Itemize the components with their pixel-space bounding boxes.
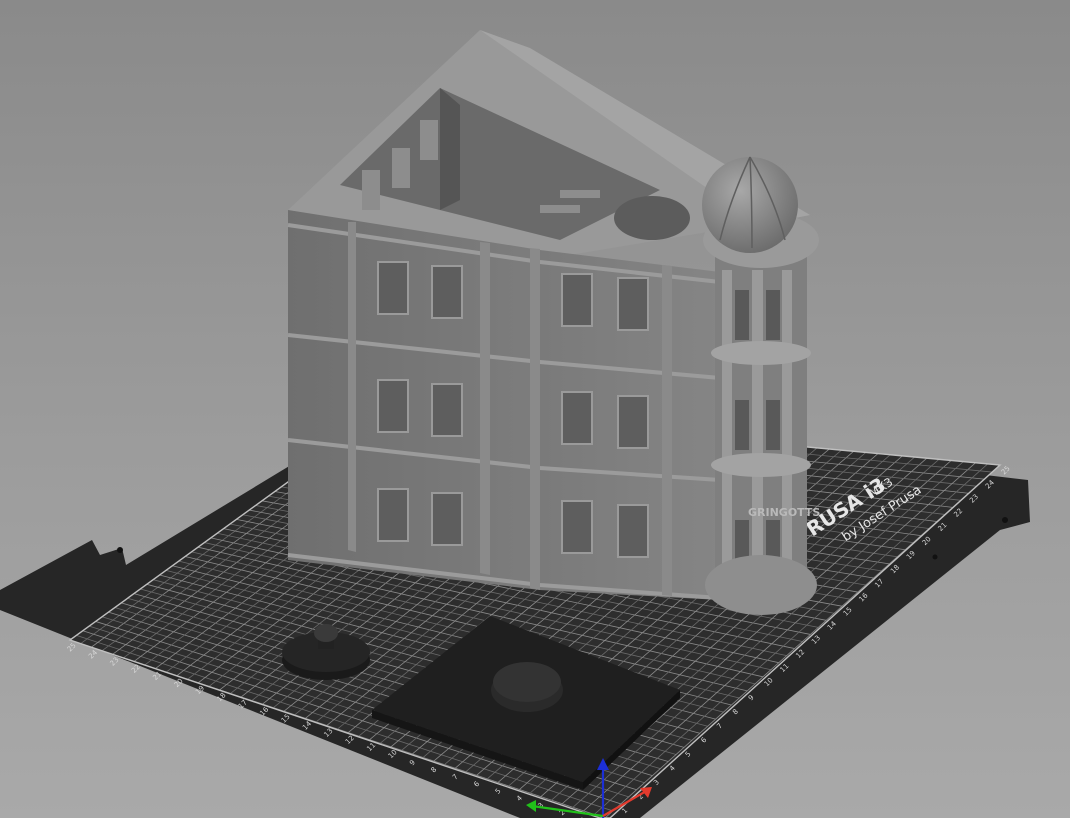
building-window (431, 383, 463, 437)
building-window (561, 500, 593, 554)
3d-viewport[interactable]: 1122334455667788991010111112121313141415… (0, 0, 1070, 818)
bed-tick-label: 24 (87, 648, 99, 660)
building-window (377, 261, 409, 315)
building-window (561, 273, 593, 327)
building-window (561, 391, 593, 445)
building-window (377, 488, 409, 542)
bed-screw-left (117, 547, 123, 553)
bed-tick-label: 25 (66, 641, 78, 653)
building-window (617, 504, 649, 558)
building-window (617, 277, 649, 331)
building-window (431, 492, 463, 546)
building-window (617, 395, 649, 449)
building-window (377, 379, 409, 433)
building-sign: GRINGOTTS (748, 506, 820, 519)
bed-tick-label: 25 (1000, 464, 1012, 476)
building-object[interactable]: GRINGOTTS (287, 30, 820, 615)
building-window (431, 265, 463, 319)
